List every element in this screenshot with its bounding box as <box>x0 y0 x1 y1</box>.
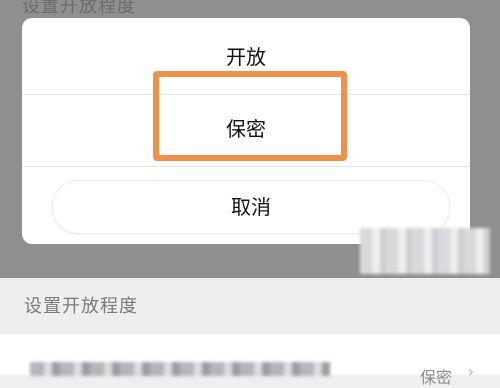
section-header: 设置开放程度 <box>0 278 500 334</box>
settings-panel: 设置开放程度 <box>0 278 500 375</box>
row-value[interactable]: 保密 <box>420 364 452 388</box>
option-open[interactable]: 开放 <box>22 42 470 72</box>
cancel-button[interactable]: 取消 <box>52 180 450 234</box>
divider <box>22 94 470 95</box>
chevron-right-icon[interactable]: › <box>468 362 474 381</box>
action-sheet: 开放 保密 取消 <box>22 18 470 244</box>
option-secret[interactable]: 保密 <box>22 114 470 144</box>
blurred-area <box>360 228 490 274</box>
background-title: 设置开放程度 <box>22 0 136 17</box>
blurred-row-label <box>30 362 330 376</box>
section-title: 设置开放程度 <box>24 296 138 317</box>
divider <box>22 166 470 167</box>
